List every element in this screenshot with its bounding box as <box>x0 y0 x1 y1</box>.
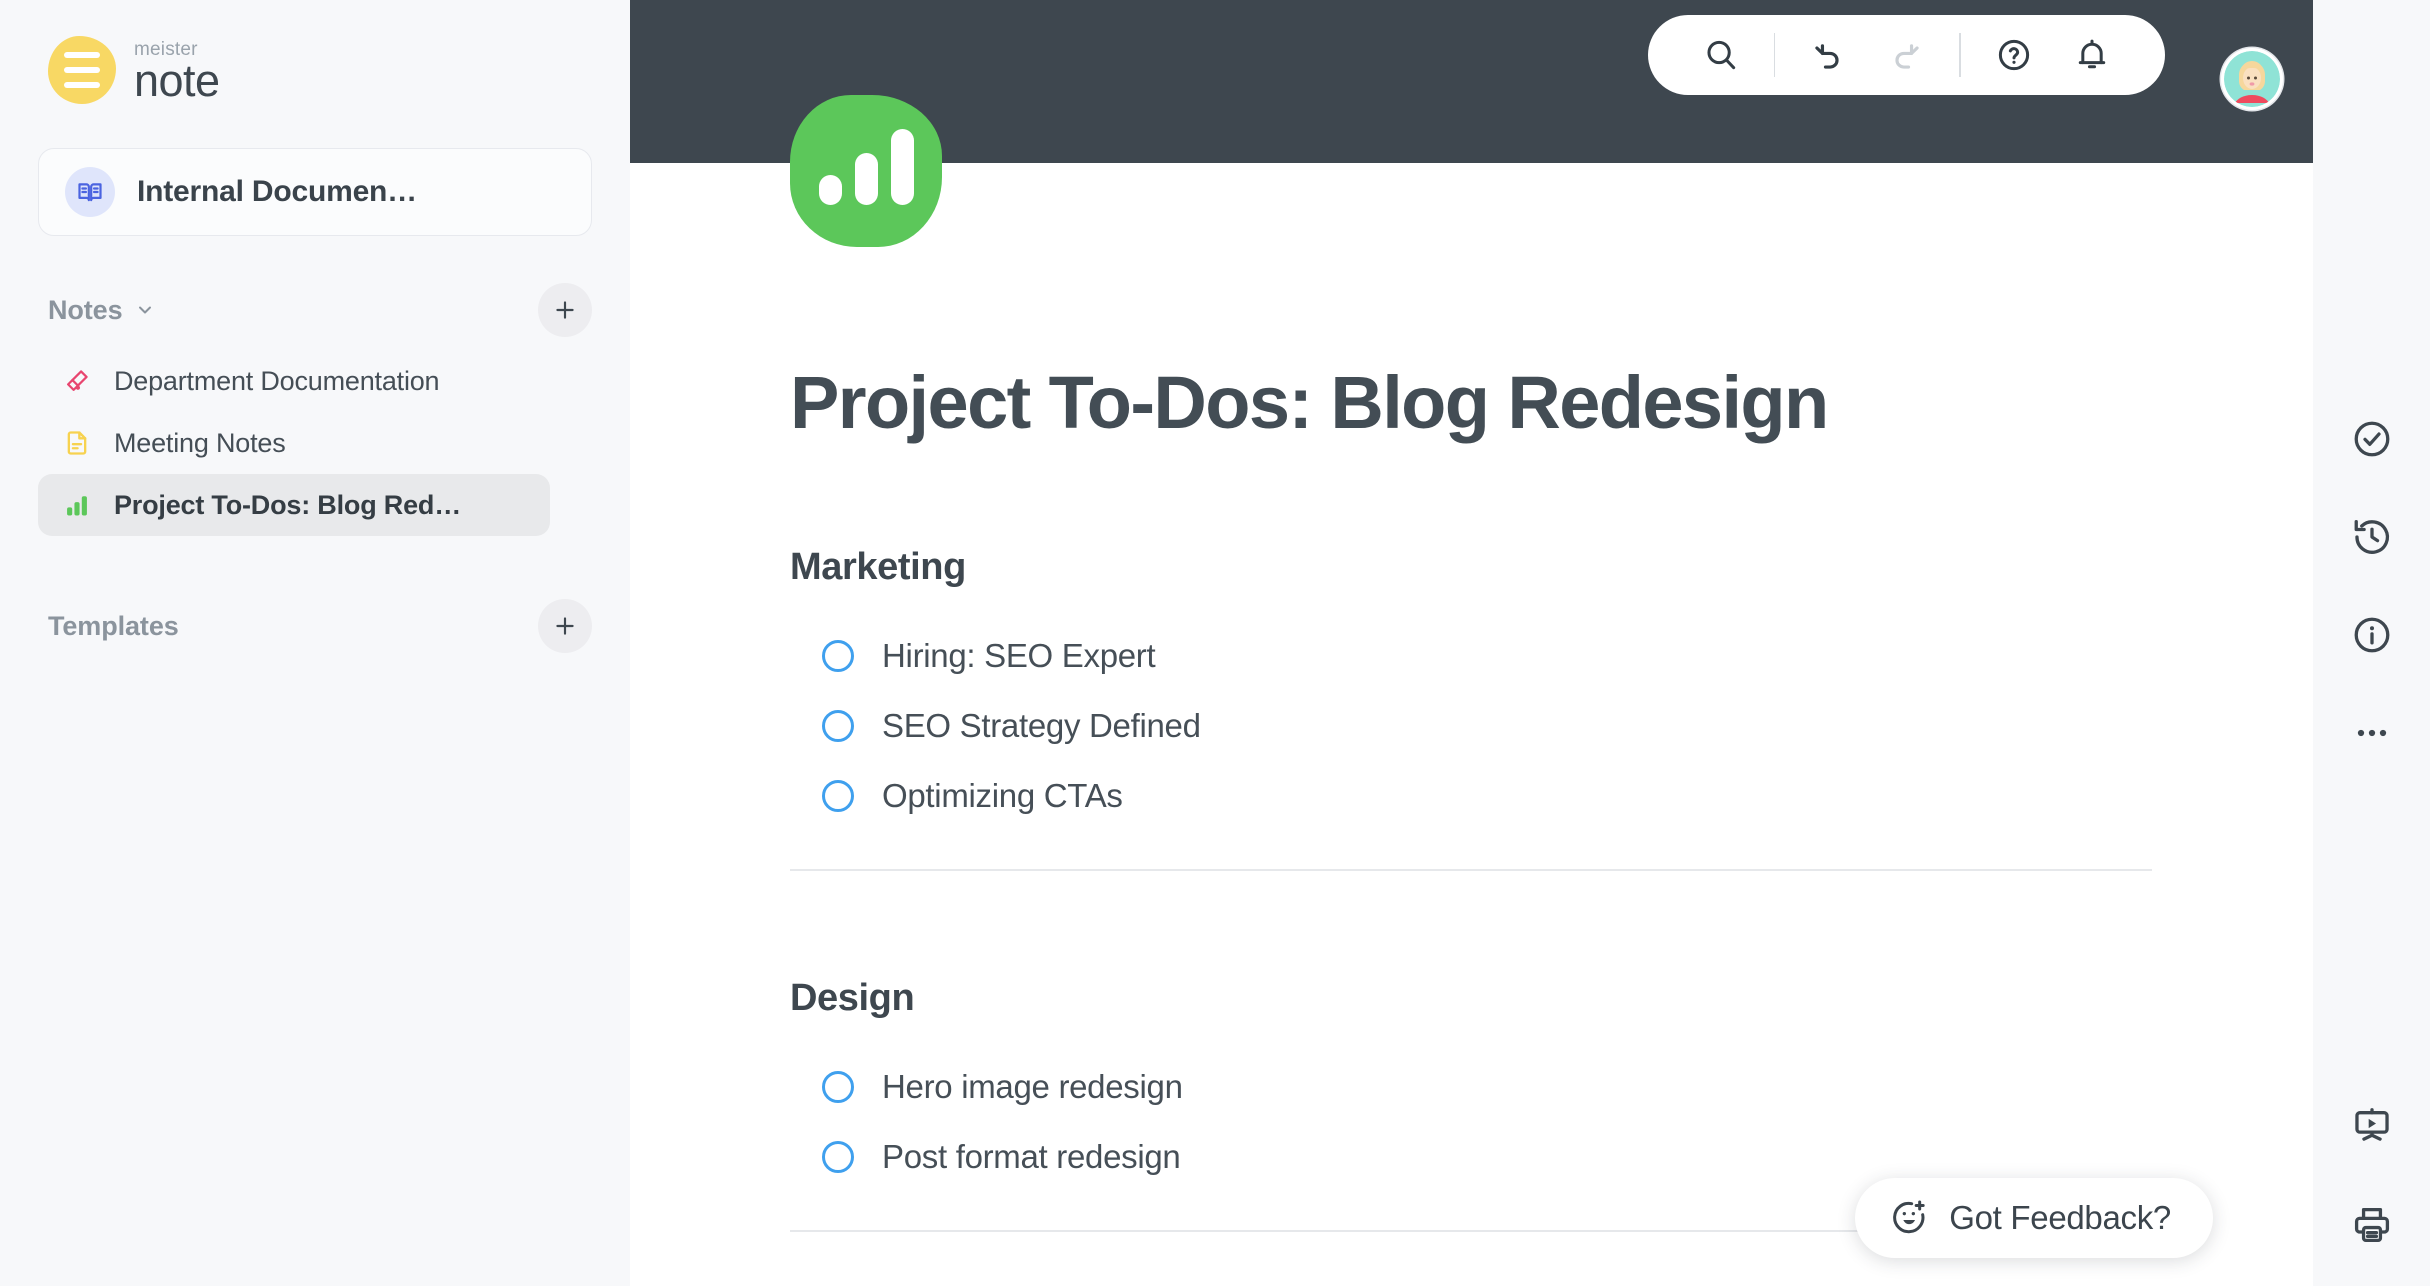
section-heading-marketing: Marketing <box>790 546 966 588</box>
brand-name: note <box>134 54 220 106</box>
rail-bottom-group <box>2313 1068 2430 1264</box>
print-icon[interactable] <box>2333 1186 2411 1264</box>
page-title: Project To-Dos: Blog Redesign <box>790 361 1829 444</box>
todo-label: Hiring: SEO Expert <box>882 637 1156 674</box>
note-item-project-todos[interactable]: Project To-Dos: Blog Red… <box>38 474 550 536</box>
checkbox-unchecked-icon[interactable] <box>822 1141 854 1173</box>
bar-chart-icon <box>62 490 92 520</box>
templates-section-header: Templates <box>0 598 630 654</box>
todo-label: Hero image redesign <box>882 1068 1183 1105</box>
toolbar-divider <box>1773 33 1776 77</box>
note-item-department-documentation[interactable]: Department Documentation <box>38 350 550 412</box>
add-note-button[interactable] <box>538 283 592 337</box>
add-template-button[interactable] <box>538 599 592 653</box>
todo-label: Post format redesign <box>882 1138 1181 1175</box>
feedback-label: Got Feedback? <box>1949 1199 2171 1236</box>
todo-item[interactable]: Optimizing CTAs <box>790 761 2313 831</box>
note-label: Project To-Dos: Blog Red… <box>114 489 462 520</box>
brand-text: meister note <box>134 40 220 103</box>
todo-item[interactable]: SEO Strategy Defined <box>790 691 2313 761</box>
todo-label: Optimizing CTAs <box>882 777 1123 814</box>
history-icon[interactable] <box>2333 498 2411 576</box>
open-book-icon <box>65 167 115 217</box>
todo-list-marketing: Hiring: SEO Expert SEO Strategy Defined … <box>790 621 2313 831</box>
highlighter-icon <box>62 366 92 396</box>
tasks-check-icon[interactable] <box>2333 400 2411 478</box>
note-label: Meeting Notes <box>114 427 286 458</box>
user-avatar[interactable] <box>2221 48 2283 110</box>
document-body: Project To-Dos: Blog Redesign Marketing … <box>630 366 2313 1286</box>
toolbar-pill <box>1647 15 2165 95</box>
note-item-meeting-notes[interactable]: Meeting Notes <box>38 412 550 474</box>
notes-list: Department Documentation Meeting Notes P… <box>0 350 630 536</box>
note-hero-bar-chart-icon <box>790 95 942 247</box>
chevron-down-icon[interactable] <box>135 300 155 320</box>
smiley-plus-icon <box>1889 1197 1929 1240</box>
search-icon[interactable] <box>1682 15 1760 95</box>
toolbar-divider <box>1959 33 1961 77</box>
section-heading-design: Design <box>790 977 915 1019</box>
notes-section-header: Notes <box>0 282 630 338</box>
help-icon[interactable] <box>1975 15 2053 95</box>
todo-label: SEO Strategy Defined <box>882 707 1201 744</box>
left-sidebar: meister note Internal Documen… Notes Dep… <box>0 0 630 1286</box>
note-label: Department Documentation <box>114 365 440 396</box>
todo-item[interactable]: Hero image redesign <box>790 1052 2313 1122</box>
presentation-icon[interactable] <box>2333 1088 2411 1166</box>
app-root: meister note Internal Documen… Notes Dep… <box>0 0 2430 1286</box>
section-divider <box>790 869 2152 871</box>
workspace-label: Internal Documen… <box>137 175 417 208</box>
templates-section-title: Templates <box>48 610 179 641</box>
got-feedback-button[interactable]: Got Feedback? <box>1855 1178 2213 1258</box>
todo-item[interactable]: Hiring: SEO Expert <box>790 621 2313 691</box>
checkbox-unchecked-icon[interactable] <box>822 780 854 812</box>
notes-section-title: Notes <box>48 294 123 325</box>
main-content: Project To-Dos: Blog Redesign Marketing … <box>630 0 2313 1286</box>
redo-icon[interactable] <box>1867 15 1945 95</box>
checkbox-unchecked-icon[interactable] <box>822 710 854 742</box>
notification-bell-icon[interactable] <box>2053 15 2131 95</box>
right-rail <box>2313 0 2430 1286</box>
info-icon[interactable] <box>2333 596 2411 674</box>
meisternote-logo-icon <box>48 36 116 104</box>
checkbox-unchecked-icon[interactable] <box>822 640 854 672</box>
todo-list-design: Hero image redesign Post format redesign <box>790 1052 2313 1192</box>
checkbox-unchecked-icon[interactable] <box>822 1071 854 1103</box>
brand-logo[interactable]: meister note <box>0 0 630 104</box>
more-options-icon[interactable] <box>2333 694 2411 772</box>
workspace-selector[interactable]: Internal Documen… <box>38 148 592 236</box>
undo-icon[interactable] <box>1789 15 1867 95</box>
document-icon <box>62 428 92 458</box>
